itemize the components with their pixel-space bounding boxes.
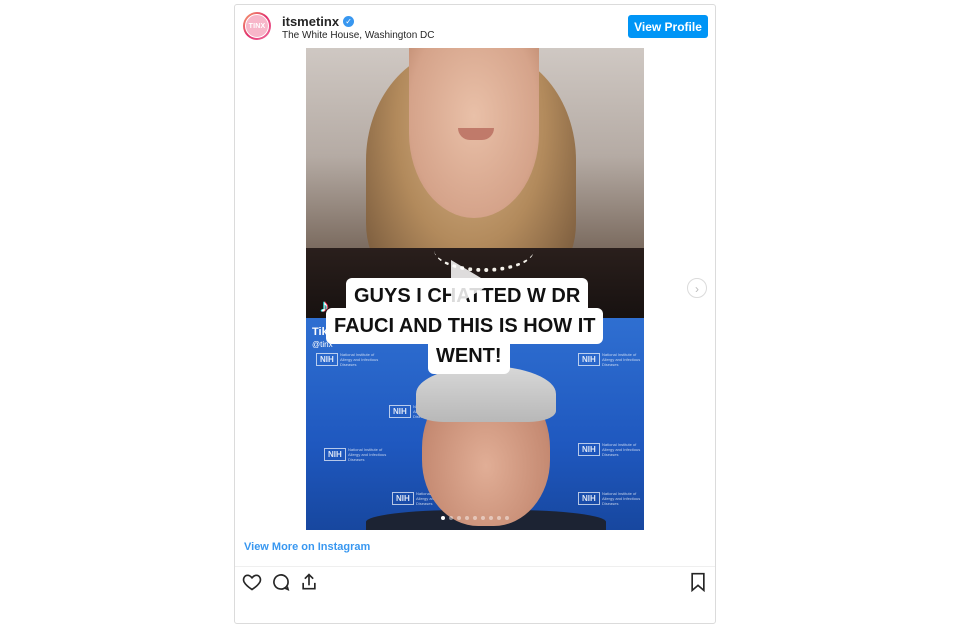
nih-logo: NIH [578, 443, 600, 456]
post-header: TINX itsmetinx ✓ The White House, Washin… [235, 5, 715, 47]
carousel-dot [473, 516, 477, 520]
comment-icon[interactable] [270, 571, 292, 593]
nih-text: National Institute of Allergy and Infect… [340, 352, 379, 367]
username-row: itsmetinx ✓ [282, 14, 355, 29]
location[interactable]: The White House, Washington DC [282, 30, 434, 41]
nih-logo: NIH [578, 353, 600, 366]
nih-logo: NIH [389, 405, 411, 418]
nih-text: National Institute of Allergy and Infect… [602, 442, 641, 457]
divider [235, 566, 715, 567]
nih-logo: NIH [316, 353, 338, 366]
nih-text: National Institute of Allergy and Infect… [348, 447, 387, 462]
share-icon[interactable] [298, 571, 320, 593]
carousel-indicator [306, 516, 644, 520]
view-profile-button[interactable]: View Profile [628, 15, 708, 38]
instagram-embed-card: TINX itsmetinx ✓ The White House, Washin… [234, 4, 716, 624]
verified-badge-icon: ✓ [343, 16, 355, 27]
play-icon[interactable] [451, 260, 491, 308]
nih-logo: NIH [392, 492, 414, 505]
caption-line-3: WENT! [428, 338, 510, 374]
post-media[interactable]: NIH National Institute of Allergy and In… [306, 48, 644, 530]
view-more-link[interactable]: View More on Instagram [244, 541, 370, 553]
chevron-right-icon[interactable]: › [687, 278, 707, 298]
carousel-dot [441, 516, 445, 520]
bookmark-icon[interactable] [687, 571, 709, 593]
nih-text: National Institute of Allergy and Infect… [602, 352, 641, 367]
carousel-dot [457, 516, 461, 520]
carousel-dot [489, 516, 493, 520]
carousel-dot [497, 516, 501, 520]
nih-logo: NIH [324, 448, 346, 461]
avatar-text: TINX [245, 14, 269, 38]
avatar[interactable]: TINX [243, 12, 271, 40]
nih-text: National Institute of Allergy and Infect… [602, 491, 641, 506]
heart-icon[interactable] [241, 571, 263, 593]
carousel-dot [465, 516, 469, 520]
carousel-dot [505, 516, 509, 520]
man-hair [416, 366, 556, 422]
carousel-dot [449, 516, 453, 520]
nih-logo: NIH [578, 492, 600, 505]
carousel-dot [481, 516, 485, 520]
username[interactable]: itsmetinx [282, 14, 339, 29]
